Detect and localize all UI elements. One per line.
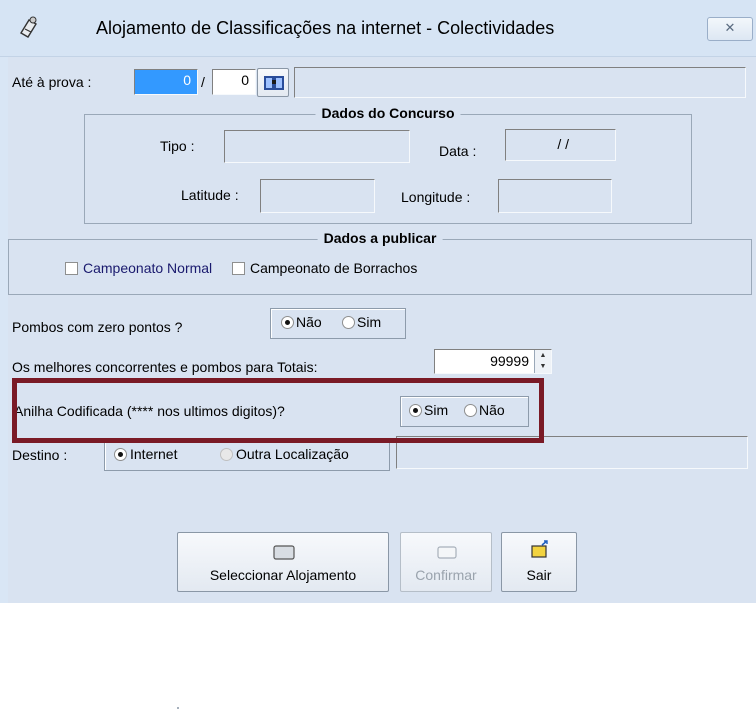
- zero-pontos-sim-radio[interactable]: [342, 316, 355, 329]
- seleccionar-alojamento-button[interactable]: Seleccionar Alojamento: [177, 532, 389, 592]
- destino-outra-label[interactable]: Outra Localização: [236, 446, 349, 462]
- exit-door-icon: [531, 540, 548, 558]
- data-field: / /: [505, 129, 616, 161]
- melhores-label: Os melhores concorrentes e pombos para T…: [12, 359, 318, 375]
- zero-pontos-nao-label[interactable]: Não: [296, 314, 322, 330]
- destino-internet-label[interactable]: Internet: [130, 446, 177, 462]
- tipo-field: [224, 130, 410, 163]
- longitude-label: Longitude :: [401, 189, 471, 205]
- search-prova-button[interactable]: [257, 68, 289, 97]
- sair-label: Sair: [526, 567, 552, 583]
- prova-end-input[interactable]: 0: [212, 69, 256, 95]
- anilha-highlight-box: [12, 378, 544, 443]
- window-title: Alojamento de Classificações na internet…: [96, 18, 555, 38]
- melhores-spinner[interactable]: 99999 ▲ ▼: [434, 349, 552, 374]
- tipo-label: Tipo :: [160, 138, 195, 154]
- dados-concurso-title: Dados do Concurso: [315, 105, 461, 121]
- longitude-field: [498, 179, 612, 213]
- destino-outra-radio[interactable]: [220, 448, 233, 461]
- binoculars-icon: [264, 76, 284, 90]
- melhores-spin-buttons[interactable]: ▲ ▼: [534, 350, 551, 373]
- dados-publicar-title: Dados a publicar: [317, 230, 443, 246]
- seleccionar-label: Seleccionar Alojamento: [209, 567, 357, 583]
- prova-separator: /: [201, 74, 205, 90]
- zero-pontos-sim-label[interactable]: Sim: [357, 314, 381, 330]
- data-label: Data :: [439, 143, 477, 159]
- latitude-label: Latitude :: [181, 187, 239, 203]
- campeonato-borrachos-checkbox[interactable]: [232, 262, 245, 275]
- title-bar: Alojamento de Classificações na internet…: [0, 0, 756, 57]
- close-button[interactable]: ✕: [707, 17, 753, 41]
- zero-pontos-label: Pombos com zero pontos ?: [12, 319, 183, 335]
- latitude-field: [260, 179, 375, 213]
- prova-label: Até à prova :: [12, 74, 92, 90]
- spin-down-icon[interactable]: ▼: [535, 361, 551, 372]
- confirm-icon: [437, 546, 457, 559]
- destino-label: Destino :: [12, 447, 68, 463]
- sair-button[interactable]: Sair: [501, 532, 577, 592]
- prova-start-input[interactable]: 0: [134, 69, 198, 95]
- dialog-window: Alojamento de Classificações na internet…: [0, 0, 756, 709]
- app-icon: [20, 16, 37, 38]
- close-icon: ✕: [724, 20, 736, 35]
- confirmar-label: Confirmar: [415, 567, 477, 583]
- folder-icon: [273, 545, 295, 560]
- campeonato-normal-label[interactable]: Campeonato Normal: [83, 260, 212, 276]
- confirmar-button[interactable]: Confirmar: [400, 532, 492, 592]
- prova-name-display: [294, 67, 746, 98]
- spin-up-icon[interactable]: ▲: [535, 350, 551, 361]
- dialog-body: Até à prova : 0 / 0 Dados do Concurso Ti…: [8, 57, 756, 709]
- campeonato-borrachos-label[interactable]: Campeonato de Borrachos: [250, 260, 417, 276]
- zero-pontos-nao-radio[interactable]: [281, 316, 294, 329]
- campeonato-normal-checkbox[interactable]: [65, 262, 78, 275]
- destino-internet-radio[interactable]: [114, 448, 127, 461]
